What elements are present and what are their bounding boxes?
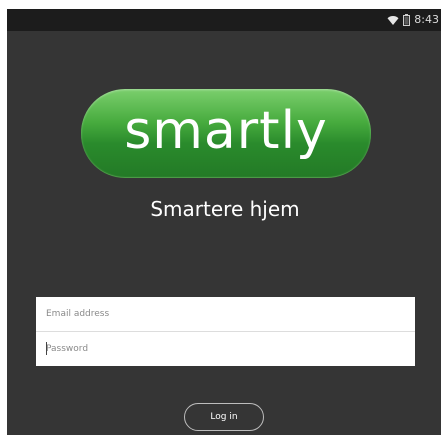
email-field[interactable]: [36, 297, 415, 331]
text-cursor: [46, 342, 47, 355]
login-button[interactable]: Log in: [184, 403, 264, 431]
login-form: [36, 297, 415, 366]
wifi-icon: [387, 11, 399, 30]
status-time: 8:43: [414, 13, 439, 26]
status-bar: 8:43: [7, 9, 441, 31]
smartly-logo: smartly: [81, 89, 371, 177]
status-icons: 8:43: [387, 12, 439, 28]
tagline: Smartere hjem: [150, 197, 300, 221]
logo-text: smartly: [124, 101, 328, 161]
password-field[interactable]: [36, 332, 415, 366]
battery-icon: [403, 11, 411, 30]
app-screen: 8:43 smartly Smartere hjem Log in: [7, 9, 441, 435]
